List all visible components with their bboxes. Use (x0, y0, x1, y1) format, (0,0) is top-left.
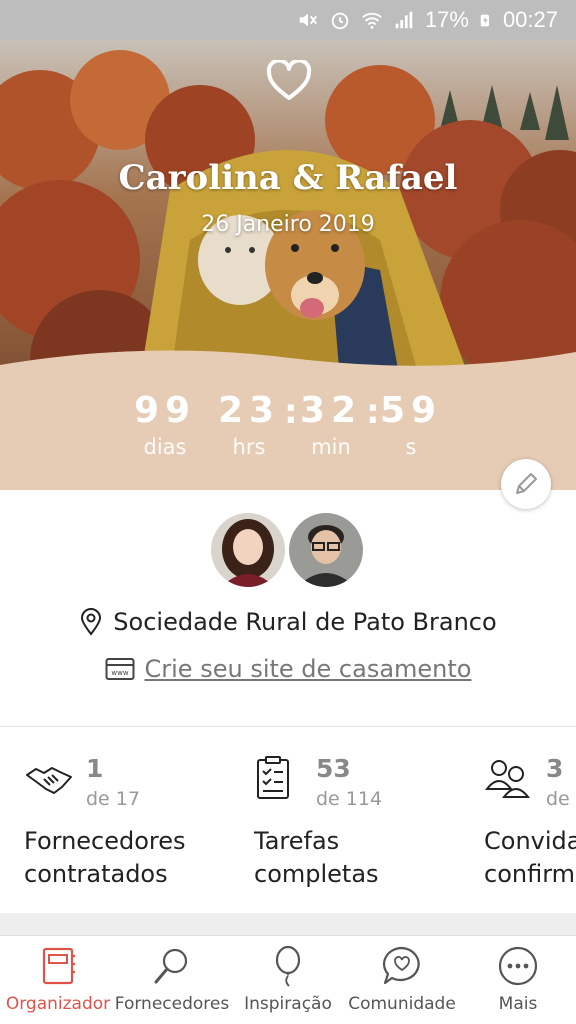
countdown-seconds: 59 s (366, 390, 456, 459)
stat-tasks[interactable]: 53 de 114 Tarefas completas (254, 727, 484, 913)
handshake-icon (26, 767, 72, 794)
nav-item-inspiracao[interactable]: Inspiração (230, 936, 346, 1024)
countdown-minutes-value: 32 (299, 390, 363, 431)
stat-vendors-label: Fornecedores contratados (24, 825, 244, 891)
svg-text:www: www (111, 669, 128, 677)
create-website-link-text: Crie seu site de casamento (144, 655, 472, 683)
guests-icon (484, 760, 531, 798)
couple-names: Carolina & Rafael (118, 158, 458, 198)
stat-guests-total: de 1 (546, 788, 576, 810)
stat-tasks-total: de 114 (316, 788, 383, 810)
nav-item-organizador[interactable]: Organizador (0, 936, 116, 1024)
alarm-icon (331, 12, 349, 30)
stat-vendors-label-line1: Fornecedores (24, 827, 186, 855)
stats-carousel[interactable]: 1 de 17 Fornecedores contratados 53 de 1… (0, 727, 576, 913)
countdown-days: 99 dias (120, 390, 210, 459)
stat-tasks-label: Tarefas completas (254, 825, 474, 891)
stat-vendors-total: de 17 (86, 788, 140, 810)
pencil-icon (516, 473, 537, 494)
balloon-icon (275, 945, 301, 987)
nav-label-organizador: Organizador (5, 994, 111, 1014)
stat-guests-label-line2: confirm (484, 860, 576, 888)
wedding-date: 26 Janeiro 2019 (201, 212, 375, 237)
magnifier-icon (154, 948, 188, 984)
countdown-minutes: 32 min (286, 390, 376, 459)
countdown-hours-value: 23 (217, 390, 281, 431)
stat-vendors-count: 1 (86, 754, 104, 783)
battery-charging-icon (480, 14, 489, 27)
more-icon (498, 946, 538, 986)
edit-button[interactable] (501, 459, 551, 509)
stat-guests[interactable]: 3 de 1 Convida confirm (484, 727, 576, 913)
stat-guests-label-line1: Convida (484, 827, 576, 855)
stat-tasks-count: 53 (316, 754, 351, 783)
nav-label-comunidade: Comunidade (348, 994, 456, 1014)
clipboard-checklist-icon (257, 756, 289, 799)
stat-guests-count: 3 (546, 754, 564, 783)
nav-item-comunidade[interactable]: Comunidade (344, 936, 460, 1024)
countdown-seconds-label: s (405, 435, 417, 459)
wifi-icon (362, 12, 382, 29)
heart-icon (266, 60, 312, 100)
countdown-minutes-label: min (311, 435, 351, 459)
stat-vendors[interactable]: 1 de 17 Fornecedores contratados (24, 727, 254, 913)
nav-item-fornecedores[interactable]: Fornecedores (114, 936, 230, 1024)
stat-tasks-label-line1: Tarefas (254, 827, 340, 855)
stat-guests-label: Convida confirm (484, 825, 576, 891)
bottom-navigation: Organizador Fornecedores Inspiração Comu… (0, 935, 576, 1024)
browser-window-icon: www (105, 658, 135, 680)
chat-heart-icon (382, 946, 420, 985)
battery-percent: 17% (424, 7, 469, 32)
signal-icon (395, 11, 413, 29)
countdown-days-value: 99 (133, 390, 197, 431)
nav-label-mais: Mais (498, 994, 538, 1014)
notebook-icon (42, 947, 75, 985)
countdown: 99 dias 23 hrs : 32 min : 59 s (0, 390, 576, 490)
create-website-link[interactable]: www Crie seu site de casamento (0, 655, 576, 683)
nav-item-mais[interactable]: Mais (460, 936, 576, 1024)
nav-label-fornecedores: Fornecedores (114, 994, 230, 1014)
countdown-hours-label: hrs (232, 435, 266, 459)
stat-tasks-label-line2: completas (254, 860, 379, 888)
hero-banner: Carolina & Rafael 26 Janeiro 2019 99 dia… (0, 40, 576, 490)
section-separator (0, 913, 576, 935)
venue[interactable]: Sociedade Rural de Pato Branco (0, 608, 576, 636)
mute-icon (299, 13, 317, 27)
venue-name: Sociedade Rural de Pato Branco (113, 608, 497, 636)
stat-vendors-label-line2: contratados (24, 860, 168, 888)
status-bar: 17% 00:27 (0, 0, 576, 40)
clock: 00:27 (502, 7, 558, 32)
avatar-groom[interactable] (286, 510, 366, 590)
avatar-bride[interactable] (208, 510, 288, 590)
countdown-days-label: dias (143, 435, 187, 459)
countdown-seconds-value: 59 (379, 390, 443, 431)
countdown-hours: 23 hrs (204, 390, 294, 459)
location-pin-icon (81, 608, 102, 636)
nav-label-inspiracao: Inspiração (244, 994, 332, 1014)
couple-avatars (208, 510, 368, 592)
